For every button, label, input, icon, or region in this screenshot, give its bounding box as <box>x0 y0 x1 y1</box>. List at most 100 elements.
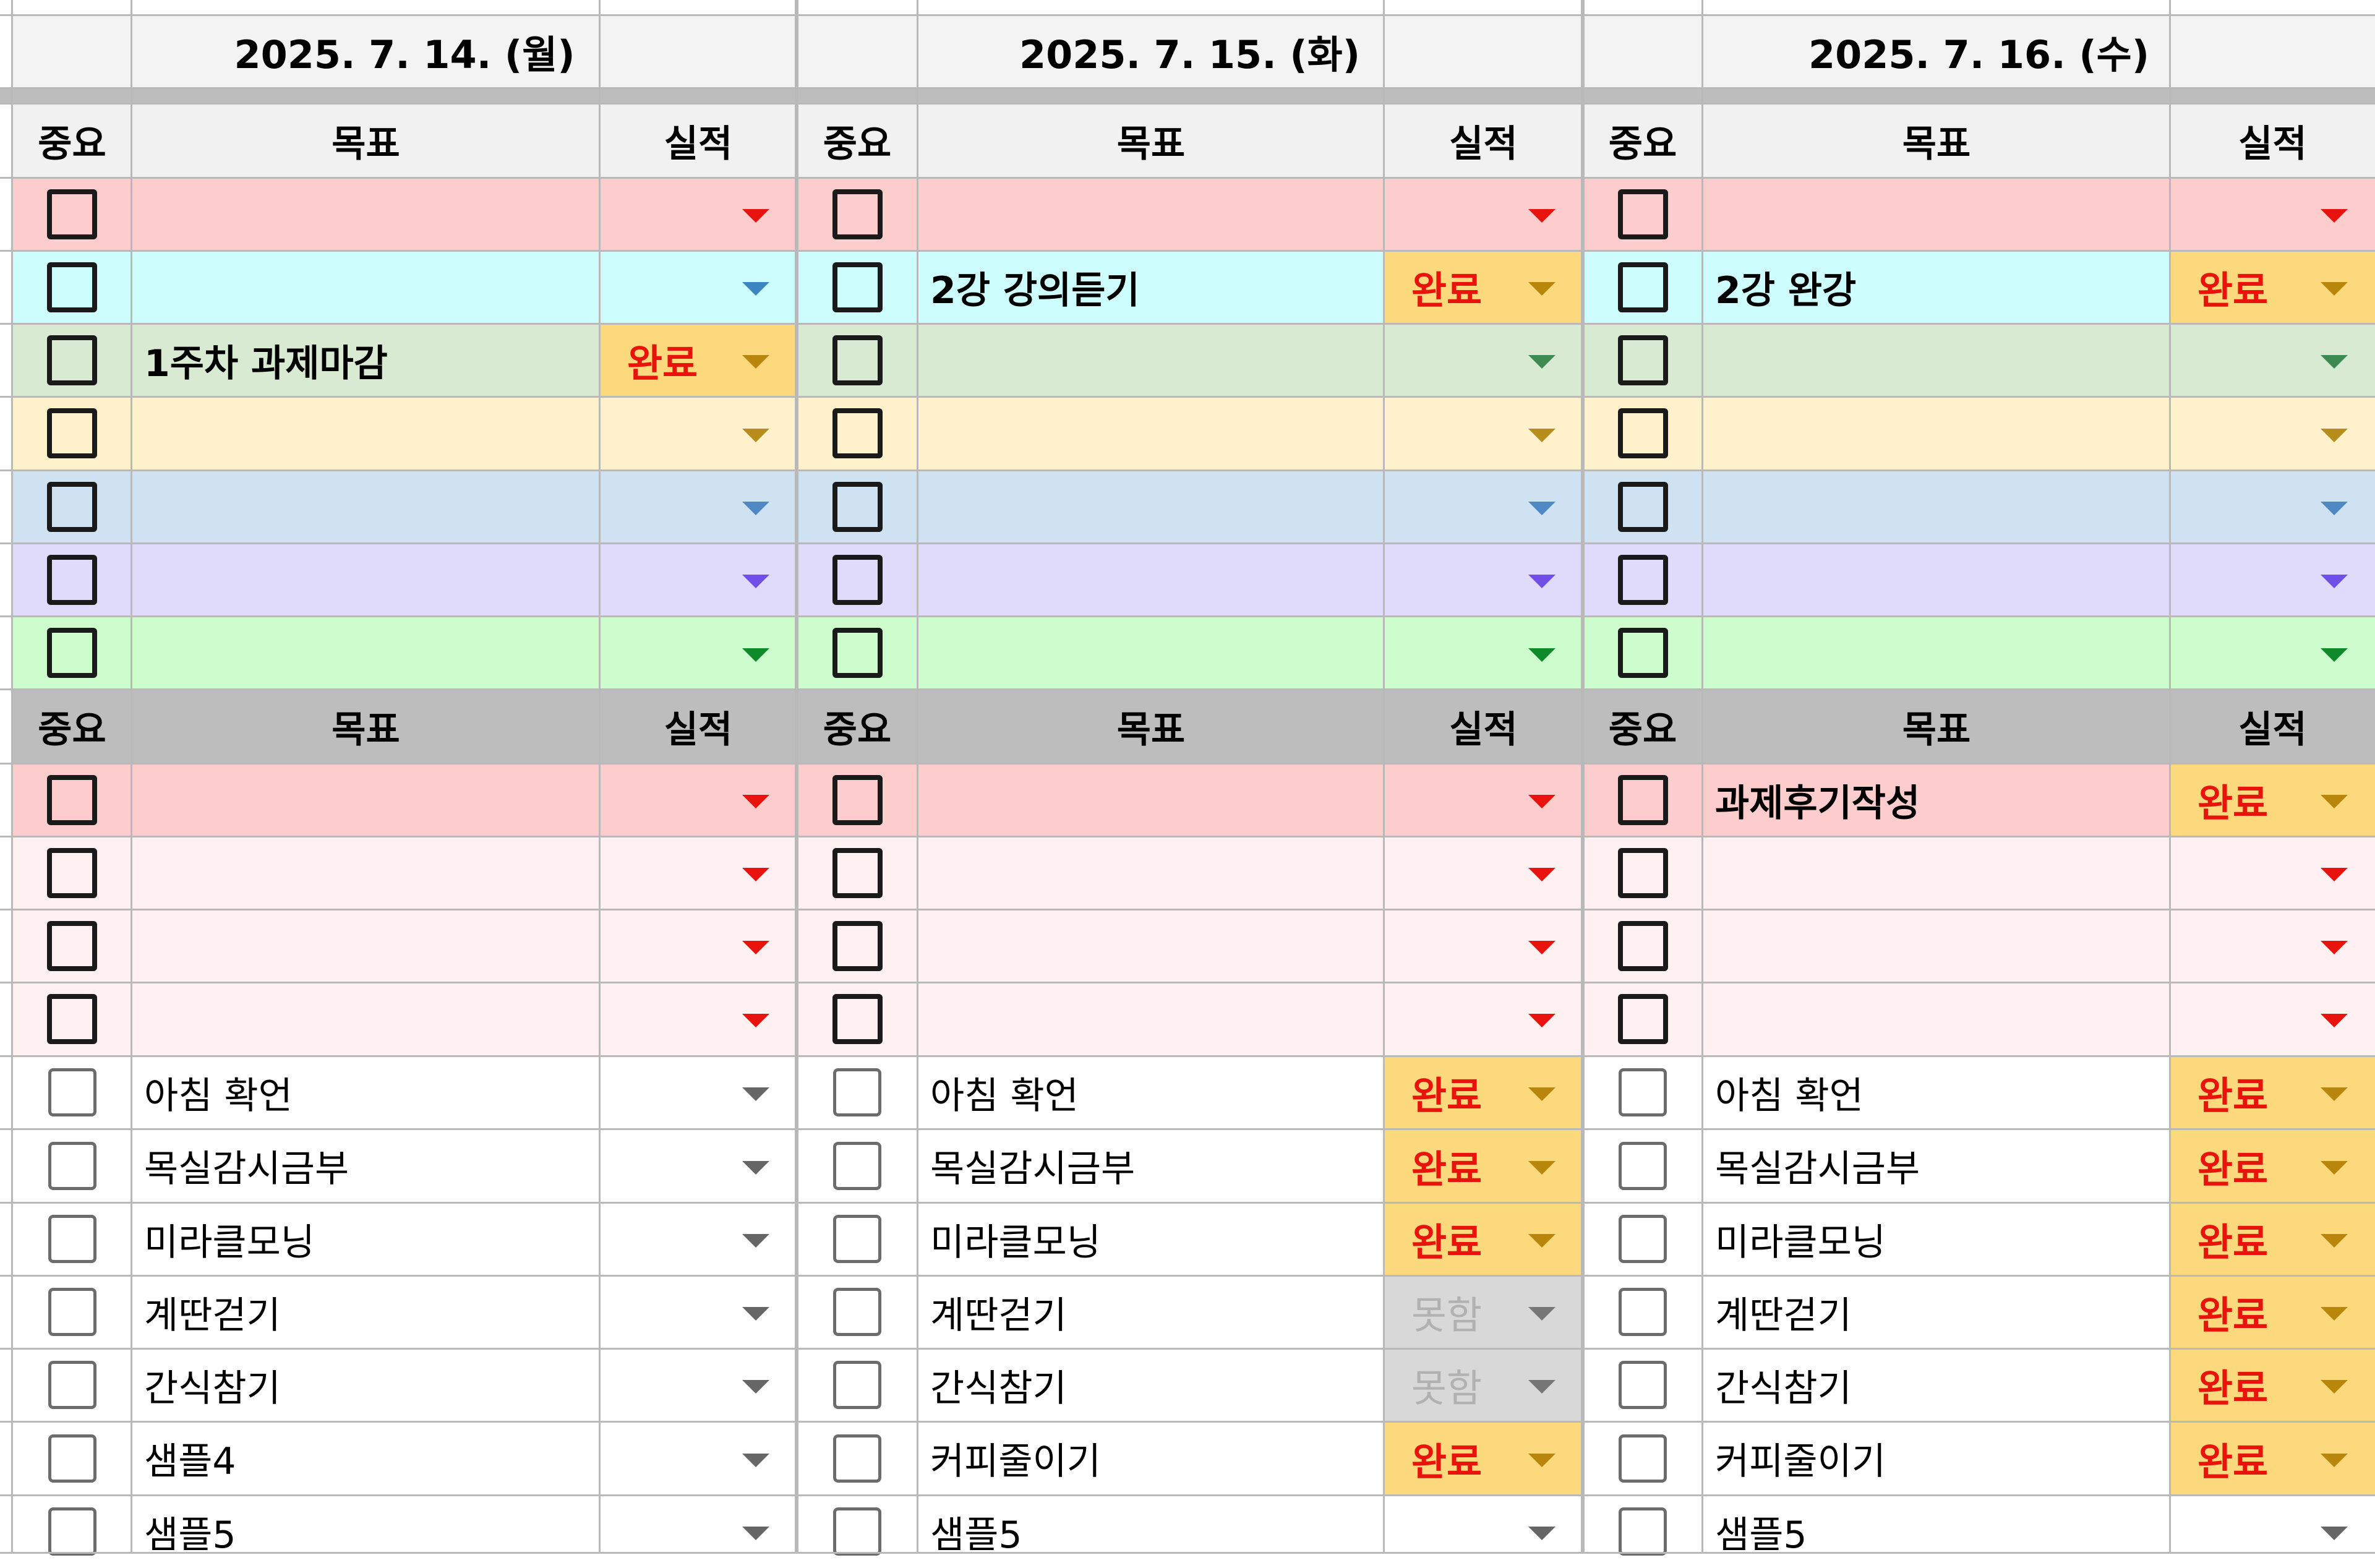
goal-cell[interactable]: 과제후기작성 <box>1703 763 2170 836</box>
goal-cell[interactable]: 샘플5 <box>132 1495 600 1568</box>
result-dropdown[interactable] <box>600 982 797 1055</box>
chevron-down-icon[interactable] <box>742 648 769 662</box>
goal-cell[interactable] <box>918 543 1384 616</box>
chevron-down-icon[interactable] <box>1528 941 1556 954</box>
goal-cell[interactable]: 간식참기 <box>918 1348 1384 1421</box>
importance-checkbox[interactable] <box>48 1068 96 1116</box>
chevron-down-icon[interactable] <box>1528 1453 1556 1467</box>
importance-checkbox[interactable] <box>47 993 97 1044</box>
goal-cell[interactable] <box>918 763 1384 836</box>
result-dropdown[interactable]: 완료 <box>1384 251 1583 323</box>
chevron-down-icon[interactable] <box>2321 1380 2348 1394</box>
importance-checkbox[interactable] <box>832 628 883 678</box>
importance-checkbox[interactable] <box>832 847 883 898</box>
result-dropdown[interactable]: 못함 <box>1384 1275 1583 1348</box>
goal-cell[interactable]: 목실감시금부 <box>918 1129 1384 1202</box>
importance-checkbox[interactable] <box>1619 1215 1667 1263</box>
goal-cell[interactable] <box>132 470 600 543</box>
result-dropdown[interactable]: 완료 <box>2170 1275 2375 1348</box>
result-dropdown[interactable] <box>2170 616 2375 690</box>
result-dropdown[interactable]: 완료 <box>1384 1129 1583 1202</box>
goal-cell[interactable] <box>132 251 600 323</box>
chevron-down-icon[interactable] <box>2321 1453 2348 1467</box>
result-dropdown[interactable]: 완료 <box>2170 1421 2375 1495</box>
goal-cell[interactable] <box>918 323 1384 396</box>
result-dropdown[interactable] <box>600 1495 797 1568</box>
importance-checkbox[interactable] <box>832 189 883 239</box>
result-dropdown[interactable] <box>1384 323 1583 396</box>
chevron-down-icon[interactable] <box>1528 1307 1556 1321</box>
importance-checkbox[interactable] <box>1617 847 1668 898</box>
result-dropdown[interactable]: 완료 <box>2170 1129 2375 1202</box>
goal-cell[interactable]: 계딴걷기 <box>132 1275 600 1348</box>
chevron-down-icon[interactable] <box>2321 428 2348 442</box>
result-dropdown[interactable]: 완료 <box>2170 1202 2375 1275</box>
result-dropdown[interactable]: 완료 <box>1384 1421 1583 1495</box>
goal-cell[interactable] <box>1703 616 2170 690</box>
importance-checkbox[interactable] <box>833 1434 881 1483</box>
importance-checkbox[interactable] <box>1619 1507 1667 1556</box>
chevron-down-icon[interactable] <box>1528 1014 1556 1027</box>
chevron-down-icon[interactable] <box>742 1307 769 1321</box>
goal-cell[interactable] <box>918 909 1384 982</box>
result-dropdown[interactable] <box>2170 543 2375 616</box>
chevron-down-icon[interactable] <box>742 1087 769 1101</box>
importance-checkbox[interactable] <box>47 554 97 605</box>
result-dropdown[interactable] <box>2170 909 2375 982</box>
goal-cell[interactable] <box>132 396 600 470</box>
goal-cell[interactable] <box>918 470 1384 543</box>
goal-cell[interactable]: 2강 완강 <box>1703 251 2170 323</box>
importance-checkbox[interactable] <box>48 1507 96 1556</box>
goal-cell[interactable]: 커피줄이기 <box>1703 1421 2170 1495</box>
chevron-down-icon[interactable] <box>2321 1527 2348 1540</box>
goal-cell[interactable] <box>1703 178 2170 251</box>
result-dropdown[interactable] <box>1384 763 1583 836</box>
result-dropdown[interactable] <box>600 909 797 982</box>
result-dropdown[interactable] <box>1384 470 1583 543</box>
chevron-down-icon[interactable] <box>1528 868 1556 881</box>
result-dropdown[interactable]: 완료 <box>1384 1056 1583 1129</box>
goal-cell[interactable]: 커피줄이기 <box>918 1421 1384 1495</box>
result-dropdown[interactable] <box>2170 178 2375 251</box>
importance-checkbox[interactable] <box>1617 993 1668 1044</box>
result-dropdown[interactable]: 완료 <box>2170 1056 2375 1129</box>
chevron-down-icon[interactable] <box>2321 502 2348 515</box>
result-dropdown[interactable] <box>1384 616 1583 690</box>
result-dropdown[interactable] <box>600 543 797 616</box>
chevron-down-icon[interactable] <box>1528 355 1556 369</box>
result-dropdown[interactable] <box>600 616 797 690</box>
importance-checkbox[interactable] <box>48 1288 96 1336</box>
importance-checkbox[interactable] <box>1619 1068 1667 1116</box>
goal-cell[interactable]: 미라클모닝 <box>132 1202 600 1275</box>
goal-cell[interactable]: 간식참기 <box>132 1348 600 1421</box>
chevron-down-icon[interactable] <box>1528 795 1556 808</box>
goal-cell[interactable] <box>1703 470 2170 543</box>
chevron-down-icon[interactable] <box>1528 575 1556 588</box>
importance-checkbox[interactable] <box>47 408 97 458</box>
goal-cell[interactable] <box>132 982 600 1055</box>
chevron-down-icon[interactable] <box>2321 1014 2348 1027</box>
result-dropdown[interactable]: 완료 <box>600 323 797 396</box>
chevron-down-icon[interactable] <box>742 209 769 223</box>
result-dropdown[interactable] <box>1384 982 1583 1055</box>
result-dropdown[interactable]: 완료 <box>2170 251 2375 323</box>
result-dropdown[interactable]: 완료 <box>2170 763 2375 836</box>
result-dropdown[interactable] <box>1384 909 1583 982</box>
goal-cell[interactable]: 샘플5 <box>918 1495 1384 1568</box>
chevron-down-icon[interactable] <box>2321 1234 2348 1248</box>
importance-checkbox[interactable] <box>48 1434 96 1483</box>
chevron-down-icon[interactable] <box>2321 355 2348 369</box>
importance-checkbox[interactable] <box>832 993 883 1044</box>
result-dropdown[interactable] <box>600 1202 797 1275</box>
importance-checkbox[interactable] <box>832 920 883 971</box>
goal-cell[interactable] <box>132 616 600 690</box>
chevron-down-icon[interactable] <box>2321 868 2348 881</box>
chevron-down-icon[interactable] <box>2321 648 2348 662</box>
importance-checkbox[interactable] <box>832 554 883 605</box>
importance-checkbox[interactable] <box>1619 1361 1667 1409</box>
importance-checkbox[interactable] <box>832 408 883 458</box>
result-dropdown[interactable] <box>600 178 797 251</box>
goal-cell[interactable] <box>132 178 600 251</box>
result-dropdown[interactable] <box>600 836 797 909</box>
result-dropdown[interactable] <box>2170 396 2375 470</box>
